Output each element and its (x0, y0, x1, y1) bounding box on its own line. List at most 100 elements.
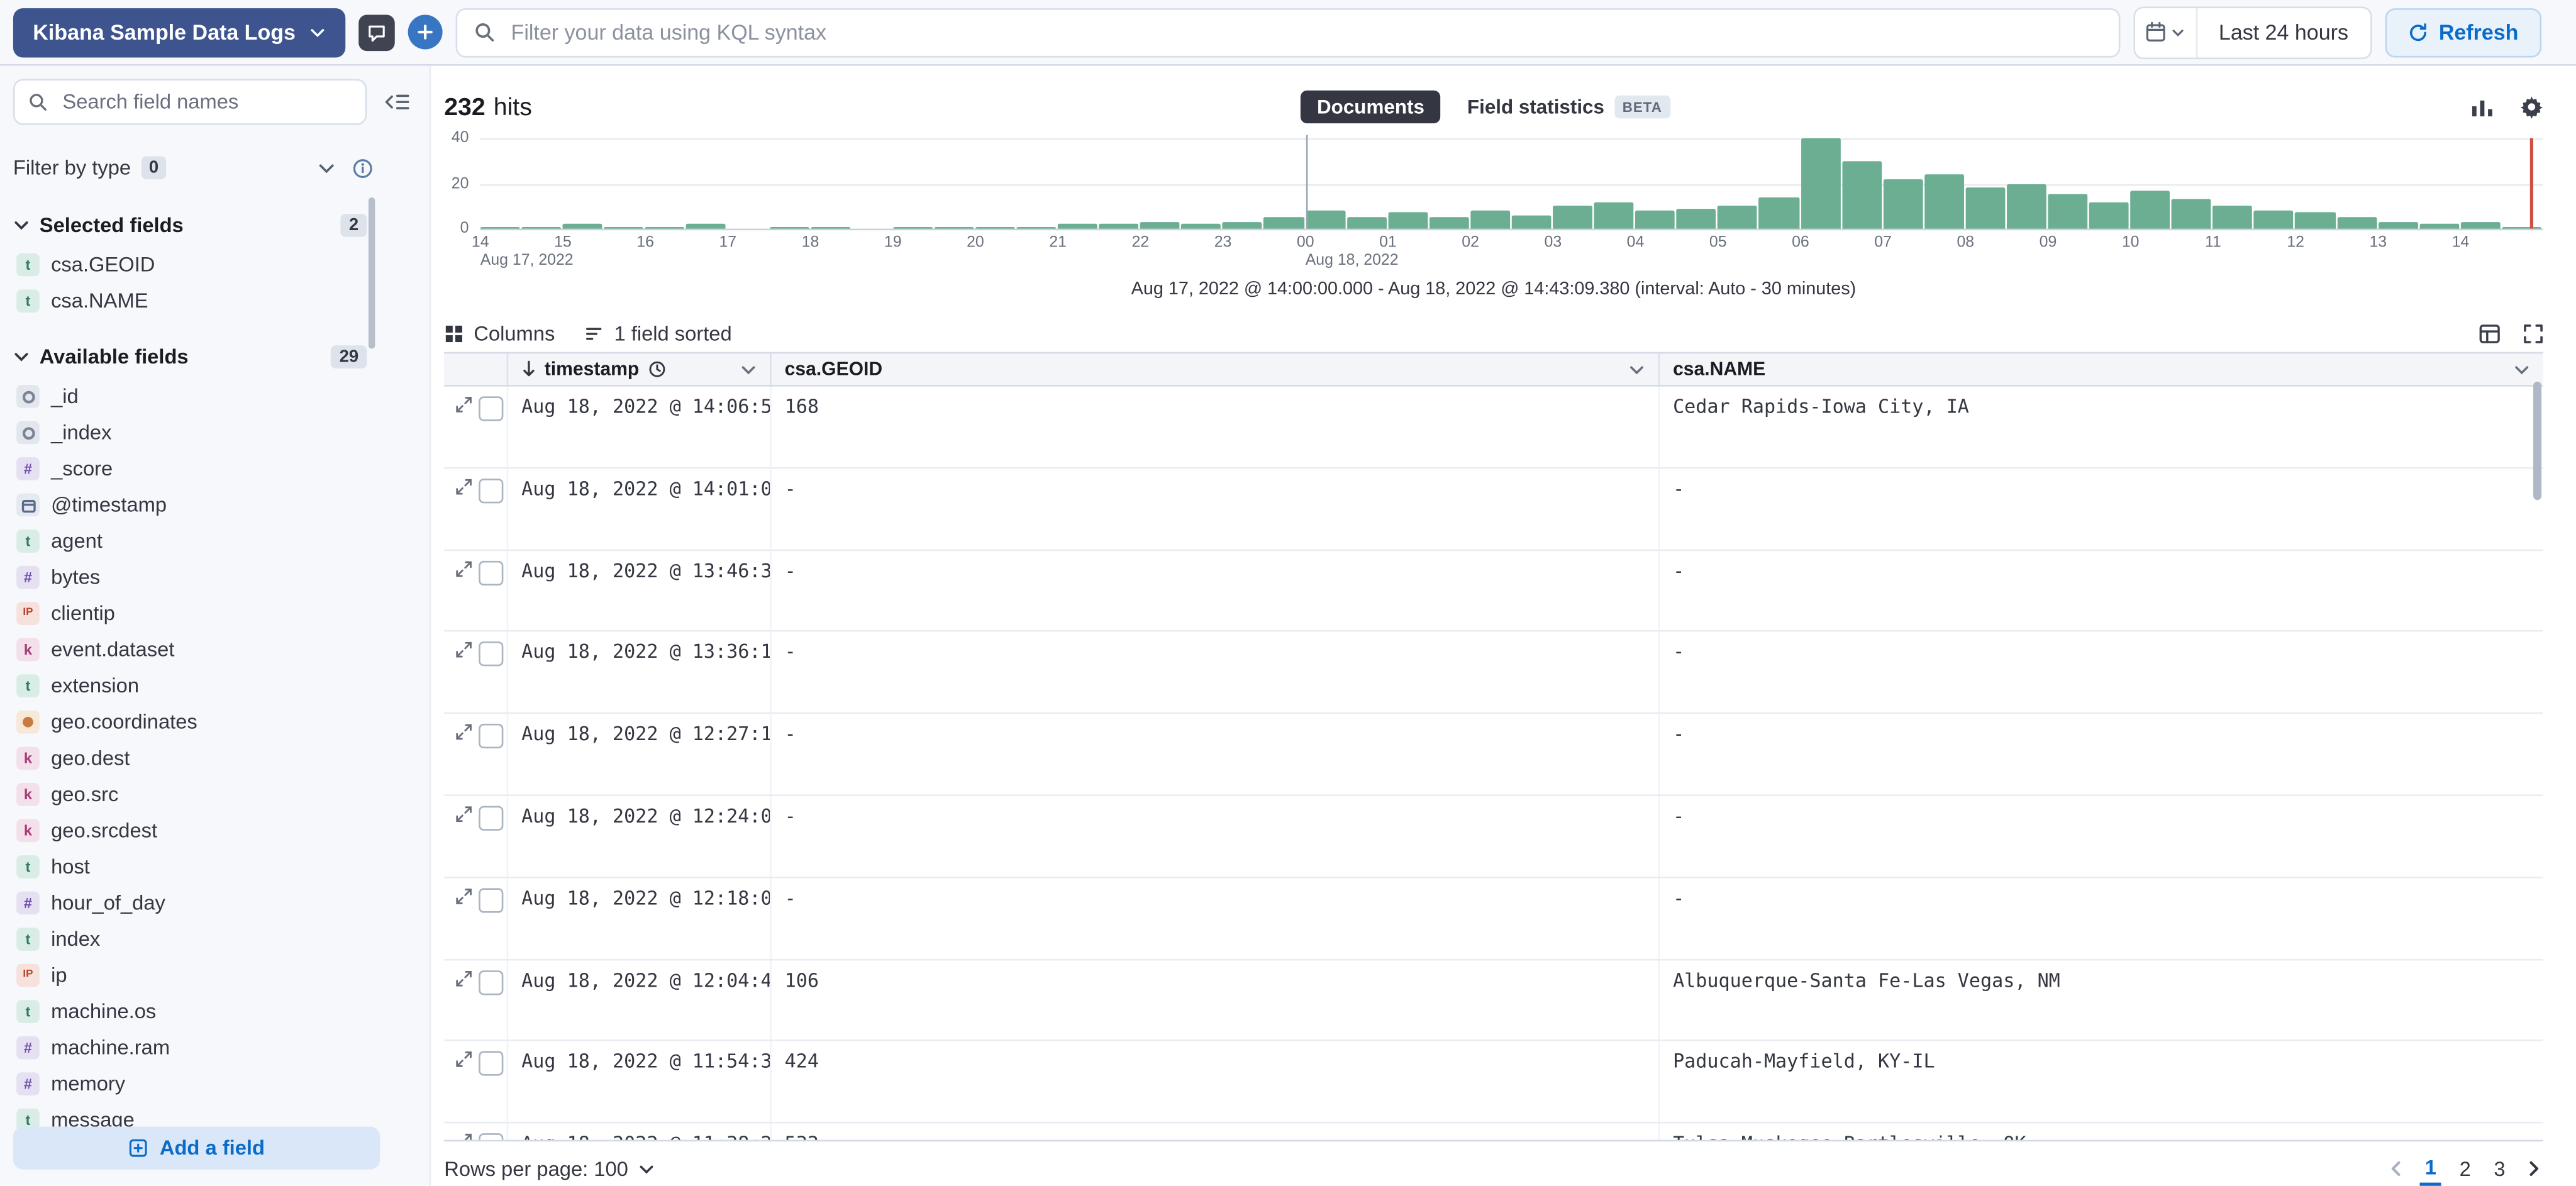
cell-csa-geoid[interactable]: - (770, 714, 1658, 795)
histogram-bar[interactable] (1099, 224, 1139, 228)
selected-fields-accordion[interactable]: Selected fields 2 (13, 209, 416, 241)
histogram-bar[interactable] (934, 226, 974, 229)
row-checkbox[interactable] (479, 724, 503, 748)
histogram-bar[interactable] (1883, 179, 1923, 228)
sidebar-scrollbar-thumb[interactable] (369, 197, 375, 349)
cell-timestamp[interactable]: Aug 18, 2022 @ 11:38:27.836 (507, 1124, 770, 1140)
histogram-bar[interactable] (2254, 211, 2294, 229)
kql-input[interactable] (508, 18, 2102, 46)
histogram-bar[interactable] (2213, 206, 2253, 229)
histogram-bar[interactable] (563, 224, 602, 228)
field-item[interactable]: #bytes (13, 559, 416, 596)
row-checkbox[interactable] (479, 642, 503, 667)
cell-csa-name[interactable]: - (1658, 468, 2543, 549)
histogram-bar[interactable] (769, 226, 809, 229)
columns-button[interactable]: Columns (444, 323, 555, 346)
cell-csa-name[interactable]: Tulsa-Muskogee-Bartlesville, OK (1658, 1124, 2543, 1140)
histogram-bar[interactable] (645, 226, 685, 229)
histogram-bar[interactable] (1140, 222, 1180, 229)
histogram-bar[interactable] (1470, 211, 1510, 229)
histogram-bar[interactable] (2089, 201, 2129, 228)
expand-document-button[interactable] (456, 888, 472, 904)
expand-document-button[interactable] (456, 479, 472, 495)
cell-csa-geoid[interactable]: 532 (770, 1124, 1658, 1140)
cell-timestamp[interactable]: Aug 18, 2022 @ 12:27:14.527 (507, 714, 770, 795)
field-item[interactable]: _index (13, 414, 416, 451)
cell-csa-geoid[interactable]: - (770, 878, 1658, 958)
data-view-picker-button[interactable]: Kibana Sample Data Logs (13, 8, 345, 57)
pagination-page-2[interactable]: 2 (2455, 1154, 2476, 1183)
chevron-down-icon[interactable] (1628, 361, 1645, 377)
histogram-bar[interactable] (1182, 224, 1221, 228)
row-checkbox[interactable] (479, 396, 503, 421)
expand-document-button[interactable] (456, 1051, 472, 1068)
histogram-bar[interactable] (975, 226, 1015, 229)
field-item[interactable]: kgeo.src (13, 777, 416, 813)
time-range-button[interactable]: Last 24 hours (2197, 8, 2370, 57)
cell-csa-name[interactable]: - (1658, 796, 2543, 877)
field-item[interactable]: tmachine.os (13, 994, 416, 1030)
histogram-bar[interactable] (1016, 226, 1056, 229)
cell-csa-name[interactable]: - (1658, 878, 2543, 958)
expand-document-button[interactable] (456, 642, 472, 658)
refresh-button[interactable]: Refresh (2385, 8, 2542, 57)
histogram-bar[interactable] (2048, 195, 2087, 229)
histogram-bar[interactable] (1801, 138, 1840, 229)
cell-timestamp[interactable]: Aug 18, 2022 @ 11:54:36.220 (507, 1042, 770, 1122)
histogram-bar[interactable] (480, 226, 520, 229)
field-item[interactable]: #hour_of_day (13, 885, 416, 921)
previous-page-button[interactable] (2387, 1160, 2406, 1178)
pagination-page-1[interactable]: 1 (2420, 1152, 2441, 1185)
histogram-bar[interactable] (1677, 208, 1716, 228)
cell-timestamp[interactable]: Aug 18, 2022 @ 14:01:05.297 (507, 468, 770, 549)
cell-timestamp[interactable]: Aug 18, 2022 @ 12:24:06.875 (507, 796, 770, 877)
histogram-bar[interactable] (521, 226, 561, 229)
field-item[interactable]: tindex (13, 921, 416, 958)
histogram-bar[interactable] (1924, 174, 1964, 228)
histogram-plot-area[interactable] (480, 138, 2543, 230)
collapse-sidebar-button[interactable] (377, 82, 416, 122)
histogram-bar[interactable] (1058, 224, 1097, 228)
row-checkbox[interactable] (479, 1051, 503, 1076)
field-item[interactable]: tcsa.GEOID (13, 247, 416, 283)
row-checkbox[interactable] (479, 970, 503, 994)
histogram-bar[interactable] (811, 226, 850, 229)
histogram-bar[interactable] (1635, 211, 1675, 229)
histogram-bar[interactable] (1429, 218, 1468, 229)
histogram-bar[interactable] (2502, 226, 2541, 229)
query-menu-button[interactable] (358, 14, 394, 50)
settings-button[interactable] (2520, 96, 2543, 119)
fullscreen-button[interactable] (2523, 324, 2543, 343)
field-item[interactable]: kevent.dataset (13, 631, 416, 668)
field-item[interactable]: #machine.ram (13, 1029, 416, 1066)
expand-document-button[interactable] (456, 1134, 472, 1140)
cell-csa-name[interactable]: Paducah-Mayfield, KY-IL (1658, 1042, 2543, 1122)
field-search-bar[interactable] (13, 79, 367, 125)
field-item[interactable]: kgeo.dest (13, 740, 416, 777)
field-item[interactable]: IPip (13, 957, 416, 994)
histogram-bar[interactable] (1512, 215, 1552, 229)
kql-search-bar[interactable] (455, 8, 2120, 57)
histogram-bar[interactable] (2296, 213, 2335, 228)
field-item[interactable]: tagent (13, 523, 416, 560)
field-item[interactable]: textension (13, 668, 416, 704)
table-scrollbar-thumb[interactable] (2533, 382, 2541, 500)
histogram-bar[interactable] (1223, 222, 1262, 229)
row-checkbox[interactable] (479, 479, 503, 503)
histogram-bar[interactable] (2007, 184, 2046, 229)
expand-document-button[interactable] (456, 560, 472, 577)
sort-fields-button[interactable]: 1 field sorted (584, 323, 731, 346)
date-picker-button[interactable] (2135, 8, 2197, 57)
row-checkbox[interactable] (479, 806, 503, 831)
field-search-input[interactable] (59, 89, 352, 115)
cell-csa-name[interactable]: - (1658, 550, 2543, 631)
row-checkbox[interactable] (479, 560, 503, 585)
chart-options-button[interactable] (2471, 96, 2494, 118)
tab-field-statistics[interactable]: Field statisticsBETA (1451, 91, 1687, 123)
histogram-bar[interactable] (2172, 199, 2211, 229)
field-item[interactable]: kgeo.srcdest (13, 812, 416, 849)
histogram-bar[interactable] (2460, 222, 2500, 229)
tab-documents[interactable]: Documents (1301, 91, 1441, 123)
cell-csa-name[interactable]: - (1658, 632, 2543, 712)
cell-csa-name[interactable]: Albuquerque-Santa Fe-Las Vegas, NM (1658, 960, 2543, 1040)
